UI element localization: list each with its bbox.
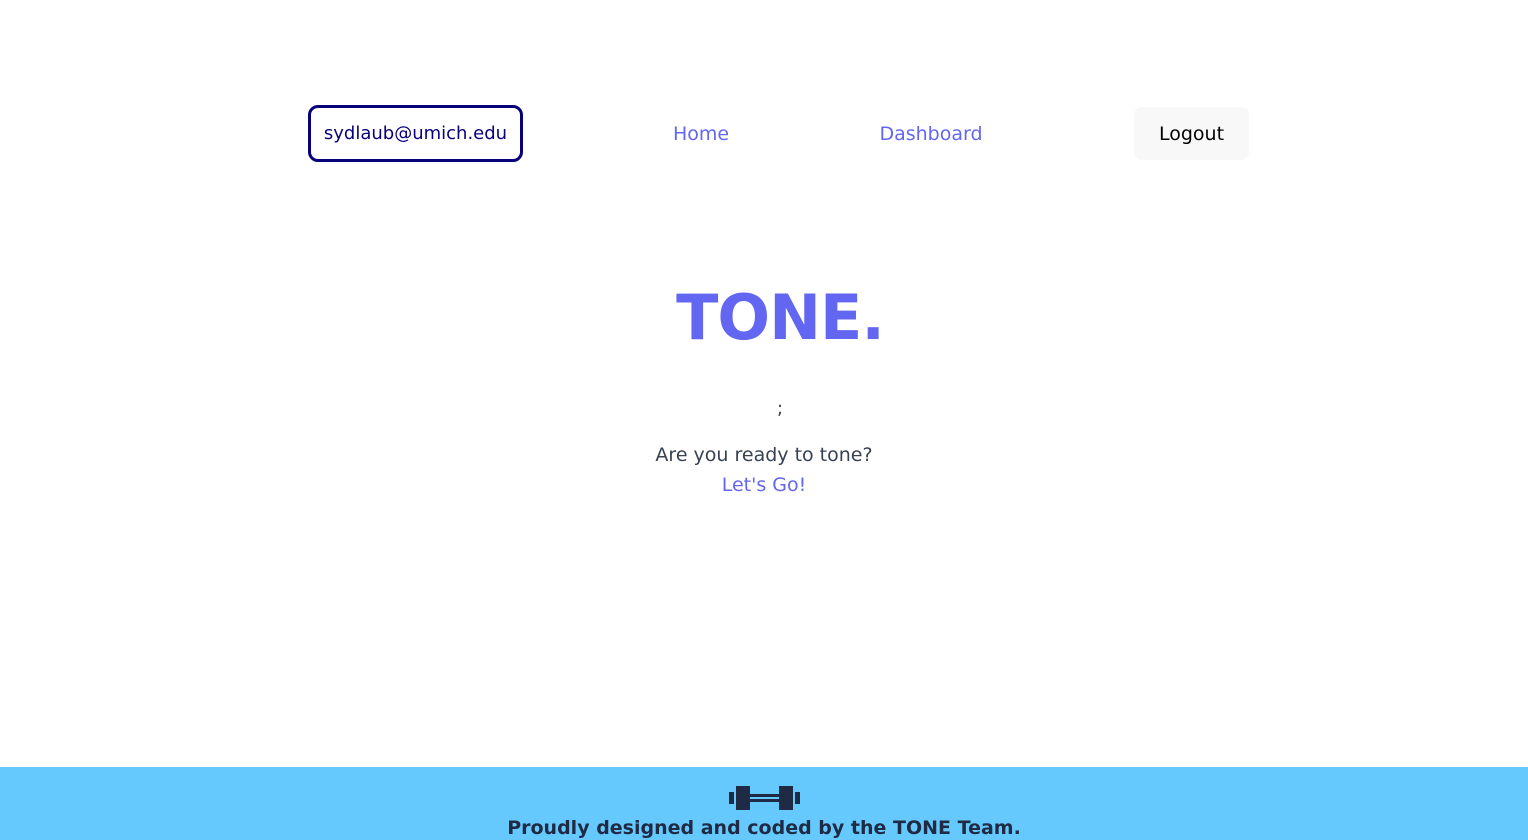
hero-prompt: Are you ready to tone? bbox=[655, 444, 873, 466]
hero-cta-container: Let's Go! bbox=[0, 472, 1528, 498]
nav-link-home[interactable]: Home bbox=[648, 105, 754, 162]
nav-link-dashboard[interactable]: Dashboard bbox=[860, 105, 1002, 162]
hero-semicolon: ; bbox=[776, 398, 784, 419]
hero-title: TONE. bbox=[676, 281, 885, 354]
footer: Proudly designed and coded by the TONE T… bbox=[0, 767, 1528, 840]
footer-credit: Proudly designed and coded by the TONE T… bbox=[507, 817, 1021, 839]
logout-button[interactable]: Logout bbox=[1134, 107, 1249, 160]
lets-go-link[interactable]: Let's Go! bbox=[722, 474, 807, 496]
page: sydlaub@umich.edu Home Dashboard Logout … bbox=[0, 0, 1528, 840]
user-email-badge[interactable]: sydlaub@umich.edu bbox=[308, 105, 523, 162]
dumbbell-icon bbox=[729, 786, 800, 810]
top-nav: sydlaub@umich.edu Home Dashboard Logout bbox=[308, 105, 1249, 162]
